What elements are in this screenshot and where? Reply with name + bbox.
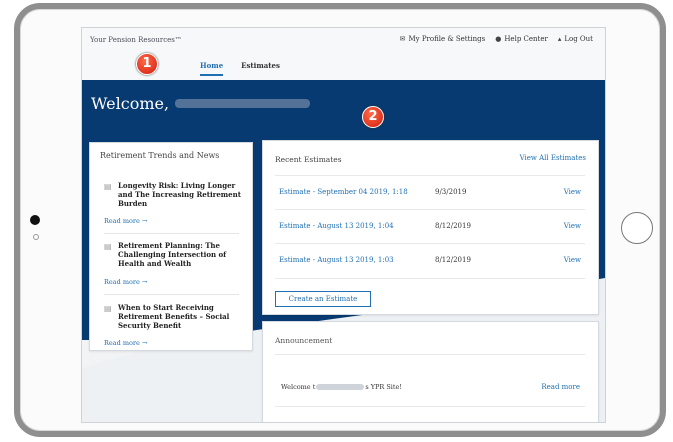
redacted-user-name (175, 99, 311, 108)
redacted-company-name (316, 384, 365, 390)
sensor-dot (33, 234, 39, 240)
divider (275, 406, 585, 407)
estimate-view-link[interactable]: View (564, 256, 581, 264)
estimate-name-link[interactable]: Estimate - August 13 2019, 1:04 (279, 222, 394, 230)
estimate-date: 8/12/2019 (435, 256, 471, 264)
read-more-link[interactable]: Read more → (104, 217, 147, 225)
help-icon: ● (495, 35, 502, 43)
top-bar: Your Pension Resources™ ✉ My Profile & S… (82, 28, 605, 81)
help-center-label: Help Center (504, 35, 548, 43)
welcome-heading: Welcome, (91, 94, 311, 113)
announcement-text-start: Welcome t (281, 383, 316, 391)
estimate-row: Estimate - September 04 2019, 1:18 9/3/2… (275, 175, 585, 210)
envelope-icon: ✉ (399, 35, 406, 43)
announcement-title: Announcement (275, 336, 333, 345)
recent-estimates-card: Recent Estimates View All Estimates Esti… (262, 140, 599, 315)
document-icon: ▤ (104, 242, 112, 251)
estimate-row: Estimate - August 13 2019, 1:03 8/12/201… (275, 243, 585, 279)
news-title[interactable]: When to Start Receiving Retirement Benef… (118, 303, 242, 330)
estimate-view-link[interactable]: View (564, 222, 581, 230)
news-title[interactable]: Retirement Planning: The Challenging Int… (118, 241, 242, 268)
retirement-trends-card: Retirement Trends and News ▤ Longevity R… (89, 142, 253, 351)
divider (104, 294, 239, 295)
welcome-text: Welcome, (91, 94, 170, 113)
news-title[interactable]: Longevity Risk: Living Longer and The In… (118, 181, 242, 208)
utility-links: ✉ My Profile & Settings ● Help Center ▴ … (400, 35, 593, 43)
tab-home[interactable]: Home (200, 61, 224, 76)
tab-estimates[interactable]: Estimates (241, 61, 280, 76)
trends-title: Retirement Trends and News (100, 151, 220, 160)
announcement-card: Announcement Welcome t s YPR Site! Read … (262, 321, 599, 422)
profile-settings-link[interactable]: ✉ My Profile & Settings (400, 35, 486, 43)
callout-marker-1: 1 (136, 53, 158, 75)
estimate-date: 8/12/2019 (435, 222, 471, 230)
view-all-estimates-link[interactable]: View All Estimates (520, 154, 586, 162)
divider (275, 354, 585, 355)
announcement-read-more-link[interactable]: Read more (541, 383, 580, 391)
screen: Your Pension Resources™ ✉ My Profile & S… (81, 27, 606, 423)
site-name[interactable]: Your Pension Resources™ (90, 36, 182, 44)
estimate-view-link[interactable]: View (564, 188, 581, 196)
divider (104, 233, 239, 234)
camera-dot (30, 215, 40, 225)
home-button[interactable] (621, 212, 653, 244)
document-icon: ▤ (104, 304, 112, 313)
announcement-text-end: s YPR Site! (365, 383, 402, 391)
read-more-link[interactable]: Read more → (104, 339, 147, 347)
estimate-name-link[interactable]: Estimate - September 04 2019, 1:18 (279, 188, 408, 196)
create-estimate-button[interactable]: Create an Estimate (275, 291, 371, 307)
announcement-text: Welcome t s YPR Site! (281, 383, 402, 391)
log-out-link[interactable]: ▴ Log Out (558, 35, 593, 43)
nav-tabs: Home Estimates (200, 61, 280, 76)
estimates-title: Recent Estimates (275, 155, 342, 164)
log-out-label: Log Out (564, 35, 593, 43)
estimate-row: Estimate - August 13 2019, 1:04 8/12/201… (275, 209, 585, 244)
estimate-name-link[interactable]: Estimate - August 13 2019, 1:03 (279, 256, 394, 264)
help-center-link[interactable]: ● Help Center (495, 35, 548, 43)
read-more-link[interactable]: Read more → (104, 278, 147, 286)
callout-marker-2: 2 (362, 106, 384, 128)
document-icon: ▤ (104, 182, 112, 191)
estimate-date: 9/3/2019 (435, 188, 467, 196)
lock-icon: ▴ (557, 35, 562, 43)
profile-settings-label: My Profile & Settings (408, 35, 486, 43)
